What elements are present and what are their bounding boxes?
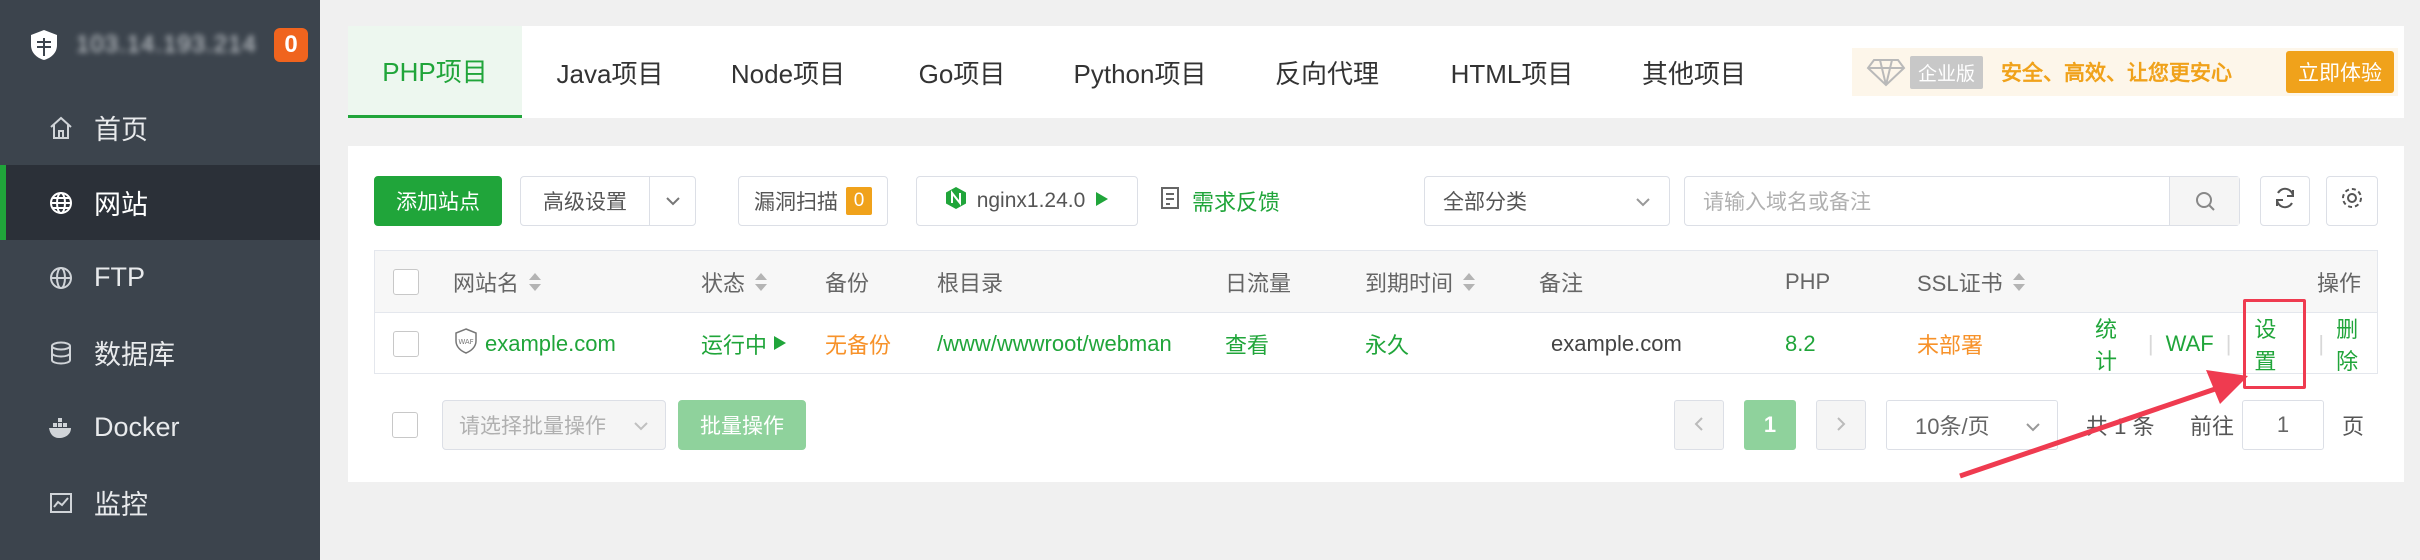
annotation-arrow	[1959, 370, 2248, 479]
